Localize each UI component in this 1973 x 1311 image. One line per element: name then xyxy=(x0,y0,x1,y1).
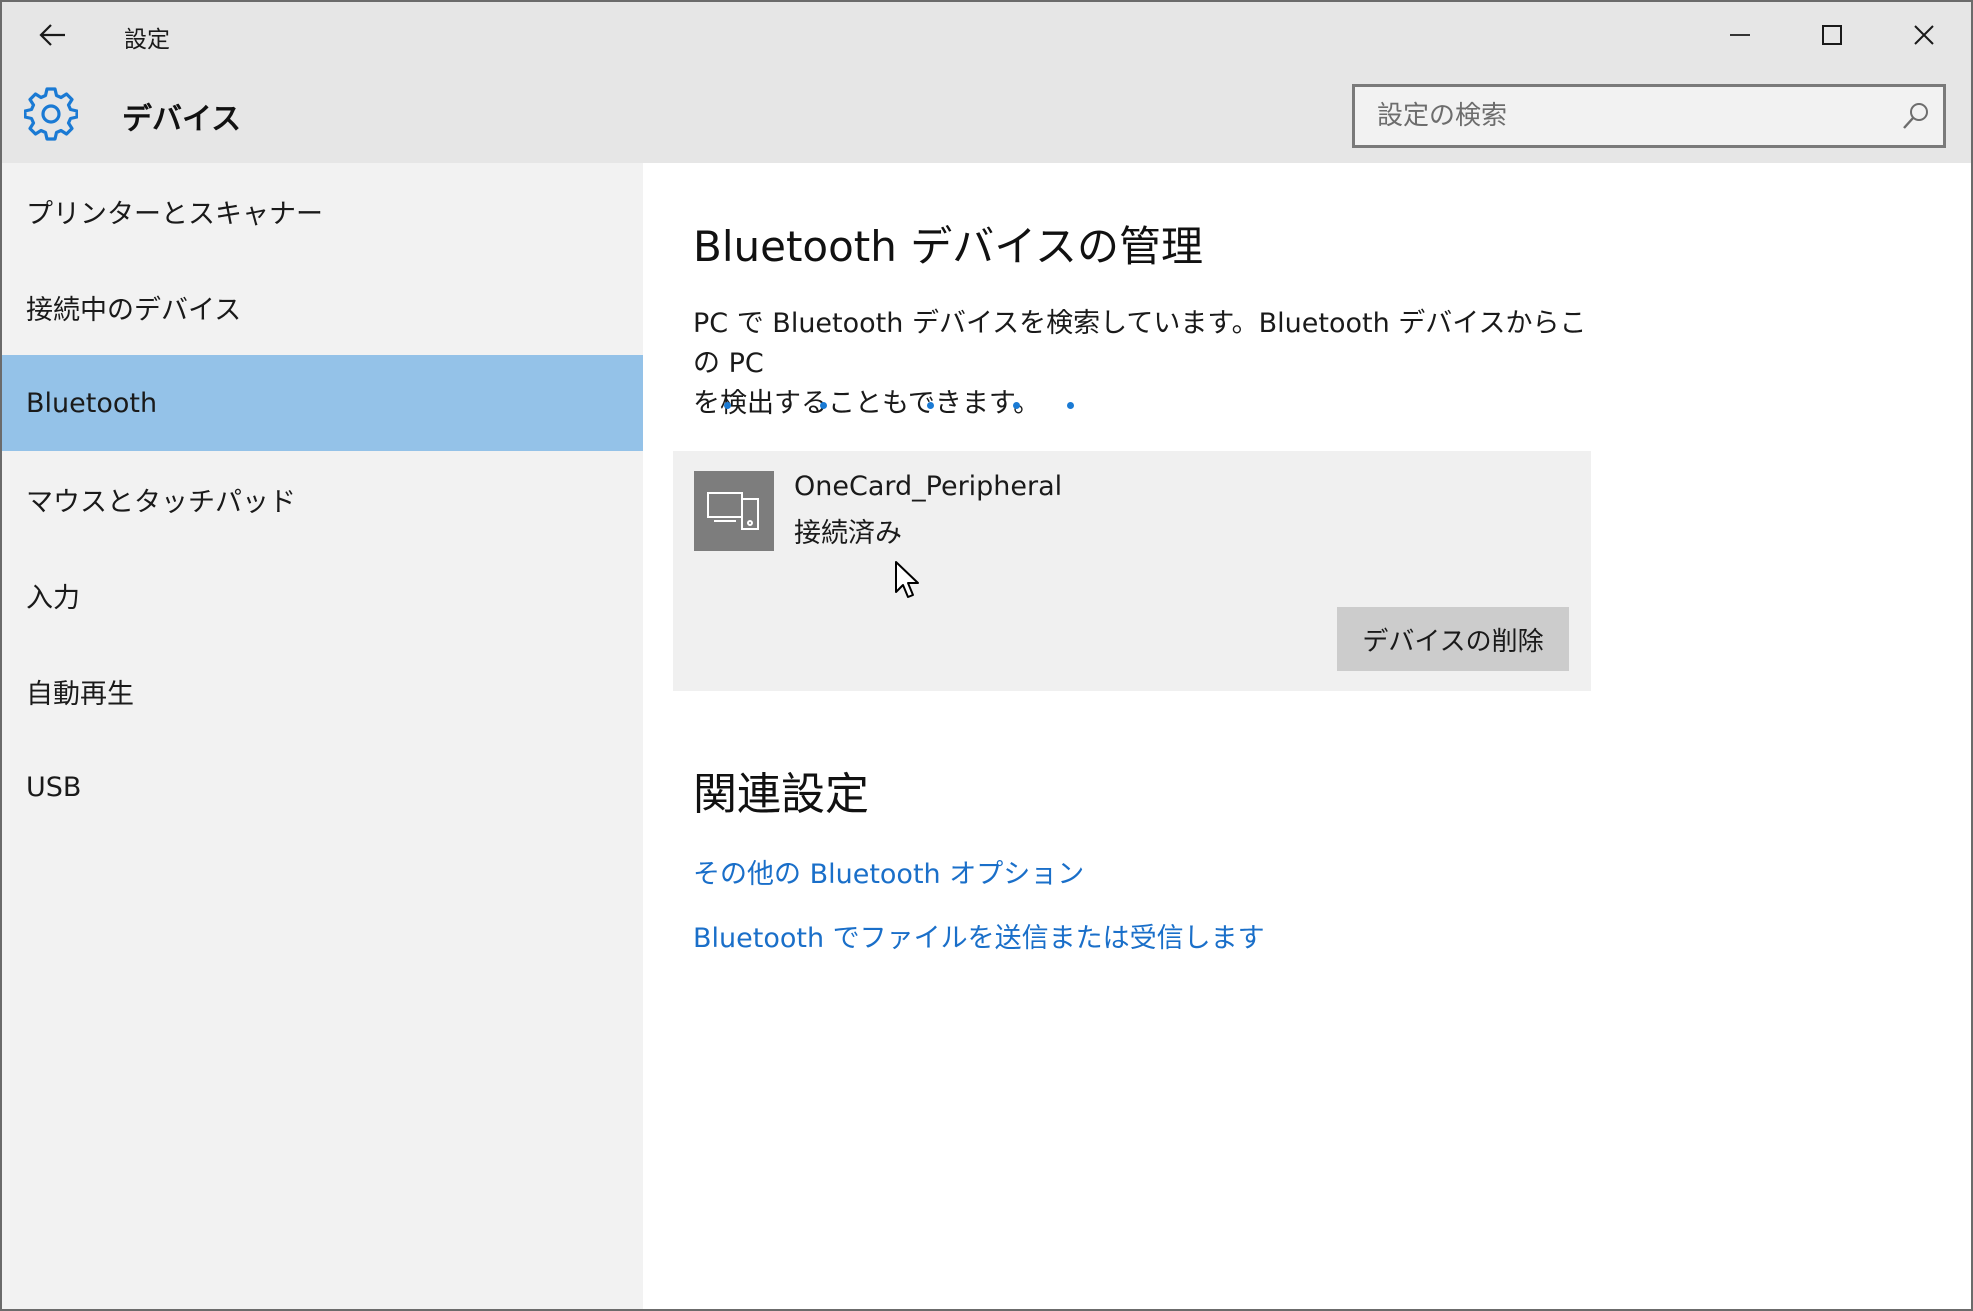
device-status: 接続済み xyxy=(794,518,902,549)
page-title: Bluetooth デバイスの管理 xyxy=(693,222,1203,271)
sidebar-item-label: プリンターとスキャナー xyxy=(26,198,323,230)
progress-dot xyxy=(1013,402,1020,409)
progress-dot xyxy=(1067,402,1074,409)
sidebar-item-mouse-touchpad[interactable]: マウスとタッチパッド xyxy=(2,451,643,547)
sidebar-item-usb[interactable]: USB xyxy=(2,739,643,835)
gear-icon xyxy=(24,87,78,141)
sidebar-item-label: 接続中のデバイス xyxy=(26,294,242,326)
minimize-button[interactable] xyxy=(1694,2,1786,68)
maximize-icon xyxy=(1822,25,1842,45)
sidebar-item-label: マウスとタッチパッド xyxy=(26,486,296,518)
device-card[interactable]: OneCard_Peripheral 接続済み デバイスの削除 xyxy=(673,451,1591,691)
progress-dot xyxy=(927,402,934,409)
devices-icon xyxy=(707,492,759,530)
sidebar-item-input[interactable]: 入力 xyxy=(2,547,643,643)
minimize-icon xyxy=(1730,34,1750,36)
sidebar-item-label: Bluetooth xyxy=(26,387,158,419)
maximize-button[interactable] xyxy=(1786,2,1878,68)
sidebar-item-label: 自動再生 xyxy=(26,678,134,710)
sidebar-item-autoplay[interactable]: 自動再生 xyxy=(2,643,643,739)
back-arrow-icon xyxy=(39,24,65,46)
back-button[interactable] xyxy=(26,12,80,58)
search-icon[interactable] xyxy=(1901,101,1931,131)
remove-device-button[interactable]: デバイスの削除 xyxy=(1337,607,1569,671)
search-input[interactable] xyxy=(1355,87,1943,145)
sidebar-item-connected-devices[interactable]: 接続中のデバイス xyxy=(2,259,643,355)
page-header: デバイス xyxy=(2,68,1971,163)
close-icon xyxy=(1914,25,1934,45)
more-bluetooth-options-link[interactable]: その他の Bluetooth オプション xyxy=(693,852,1084,891)
title-bar: 設定 xyxy=(2,2,1971,68)
description-line: を検出することもできます。 xyxy=(693,388,1041,419)
window-title: 設定 xyxy=(124,27,170,53)
sidebar-item-label: 入力 xyxy=(26,582,80,614)
section-title: デバイス xyxy=(122,102,242,137)
sidebar-item-label: USB xyxy=(26,771,82,803)
main-content: Bluetooth デバイスの管理 PC で Bluetooth デバイスを検索… xyxy=(643,163,1971,1309)
device-icon xyxy=(694,471,774,551)
progress-dot xyxy=(820,402,827,409)
sidebar-item-bluetooth[interactable]: Bluetooth xyxy=(2,355,643,451)
mouse-cursor-icon xyxy=(895,561,919,598)
send-receive-files-link[interactable]: Bluetooth でファイルを送信または受信します xyxy=(693,916,1265,955)
close-button[interactable] xyxy=(1878,2,1970,68)
progress-dot xyxy=(724,402,731,409)
searching-description: PC で Bluetooth デバイスを検索しています。Bluetooth デバ… xyxy=(693,304,1613,424)
sidebar-item-printers-scanners[interactable]: プリンターとスキャナー xyxy=(2,163,643,259)
description-line: PC で Bluetooth デバイスを検索しています。Bluetooth デバ… xyxy=(693,308,1587,379)
device-name: OneCard_Peripheral xyxy=(794,471,1063,502)
settings-window: 設定 デバイス 設定の検索 プリンターとスキャナー 接続中のデバイス Bluet… xyxy=(0,0,1973,1311)
sidebar-nav: プリンターとスキャナー 接続中のデバイス Bluetooth マウスとタッチパッ… xyxy=(2,163,643,1309)
search-box[interactable] xyxy=(1352,84,1946,148)
related-settings-heading: 関連設定 xyxy=(693,769,869,820)
